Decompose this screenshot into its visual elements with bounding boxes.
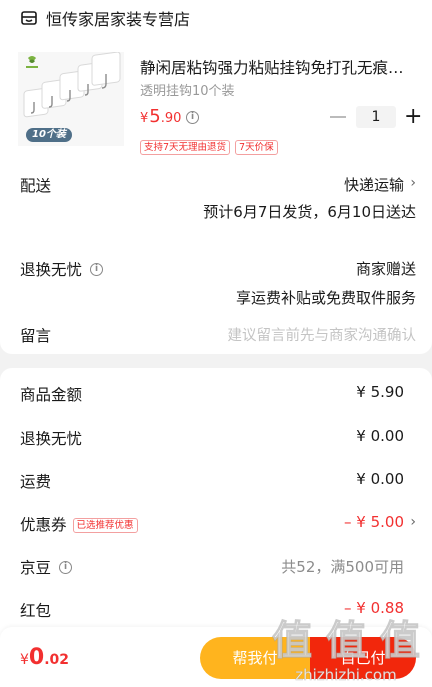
product-price: ¥ 5 .90 — [140, 106, 181, 127]
returns-value: 商家赠送 — [355, 260, 416, 278]
shipping-value: ¥ 0.00 — [356, 470, 404, 488]
total-price: ¥ 0 .02 — [20, 645, 69, 670]
quantity-stepper: 1 + — [330, 106, 422, 128]
store-icon — [21, 11, 37, 25]
info-icon[interactable]: i — [59, 560, 73, 574]
total-decimal: .02 — [44, 652, 70, 668]
delivery-label: 配送 — [20, 177, 52, 195]
goods-amount-label: 商品金额 — [20, 386, 83, 404]
tag-price-protect: 7天价保 — [235, 140, 278, 155]
checkout-bar: ¥ 0 .02 帮我付 自己付 — [0, 627, 432, 687]
minus-button[interactable] — [330, 116, 346, 118]
price-decimal: .90 — [160, 111, 182, 126]
beans-row-label: 京豆 i — [20, 556, 73, 578]
chevron-right-icon[interactable]: › — [410, 175, 416, 191]
product-image[interactable]: 10个装 — [18, 52, 124, 146]
total-integer: 0 — [28, 645, 45, 670]
quantity-field[interactable]: 1 — [356, 106, 396, 128]
redpacket-value: – ¥ 0.88 — [344, 599, 404, 617]
returns-note: 享运费补贴或免费取件服务 — [235, 289, 416, 307]
shipping-label: 运费 — [20, 473, 52, 491]
info-icon[interactable]: i — [186, 111, 199, 124]
chevron-right-icon[interactable]: › — [410, 514, 416, 530]
coupon-value[interactable]: – ¥ 5.00 — [344, 513, 404, 531]
coupon-tag: 已选推荐优惠 — [72, 518, 138, 533]
delivery-estimate: 预计6月7日发货，6月10日送达 — [203, 203, 416, 221]
image-badge: 10个装 — [26, 128, 72, 142]
plus-button[interactable]: + — [404, 106, 422, 128]
returns-fee-label: 退换无忧 — [20, 430, 83, 448]
message-label: 留言 — [20, 327, 52, 345]
goods-amount-value: ¥ 5.90 — [356, 383, 404, 401]
returns-fee-value: ¥ 0.00 — [356, 427, 404, 445]
returns-row-label: 退换无忧 i — [20, 258, 104, 280]
help-pay-button[interactable]: 帮我付 — [200, 637, 310, 679]
service-tags: 支持7天无理由退货 7天价保 — [140, 140, 283, 155]
self-pay-button[interactable]: 自己付 — [310, 637, 416, 679]
order-card: 恒传家居家装专营店 10个装 静闲居粘钩强力粘贴挂钩免打孔无痕… 透明挂钩10个… — [0, 0, 432, 354]
info-icon[interactable]: i — [90, 262, 104, 276]
coupon-label: 优惠券 — [20, 516, 67, 534]
shop-name: 恒传家居家装专营店 — [46, 10, 191, 29]
product-title[interactable]: 静闲居粘钩强力粘贴挂钩免打孔无痕… — [140, 56, 410, 78]
redpacket-label: 红包 — [20, 602, 52, 620]
price-currency: ¥ — [140, 111, 149, 126]
price-integer: 5 — [149, 106, 161, 127]
coupon-row-label: 优惠券 已选推荐优惠 — [20, 513, 138, 535]
returns-label: 退换无忧 — [20, 261, 83, 279]
beans-label: 京豆 — [20, 559, 52, 577]
message-input[interactable]: 建议留言前先与商家沟通确认 — [228, 324, 417, 345]
total-currency: ¥ — [20, 652, 29, 668]
tag-7day-return: 支持7天无理由退货 — [140, 140, 231, 155]
delivery-method[interactable]: 快递运输 — [344, 174, 404, 195]
beans-value: 共52，满500可用 — [281, 558, 404, 576]
product-spec[interactable]: 透明挂钩10个装 — [140, 80, 235, 99]
shop-header[interactable]: 恒传家居家装专营店 — [20, 7, 190, 29]
